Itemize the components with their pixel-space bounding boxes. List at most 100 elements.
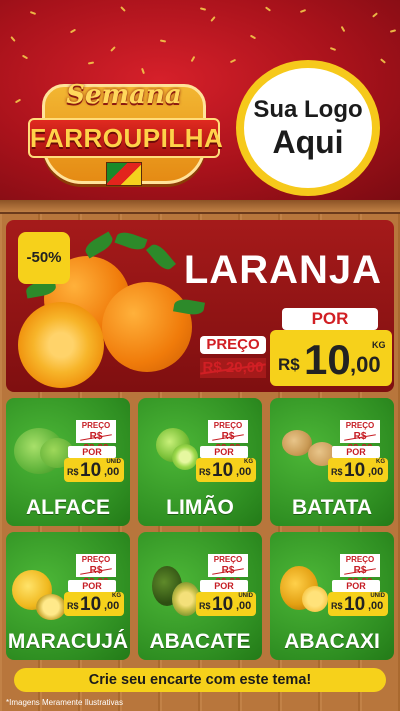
new-price-label: POR — [68, 446, 116, 458]
confetti-piece — [299, 9, 307, 13]
confetti-piece — [389, 29, 397, 33]
price-dec: ,00 — [368, 466, 384, 478]
price-dec: ,00 — [104, 466, 120, 478]
produce-image-icon — [302, 586, 328, 612]
product-card[interactable]: PREÇOR$ 20,00PORR$10,00KG LIMÃO — [138, 398, 262, 526]
hero-old-price-label-box: PREÇO — [200, 336, 266, 354]
hero-price-int: 10 — [304, 336, 351, 383]
old-price-label: PREÇO — [76, 420, 116, 431]
price-unit: KG — [112, 593, 121, 599]
new-price-label: POR — [332, 446, 380, 458]
price-currency: R$ — [67, 601, 79, 611]
logo-line1: Sua Logo — [253, 96, 363, 123]
new-price-label: POR — [68, 580, 116, 592]
wood-divider — [0, 200, 400, 214]
confetti-piece — [264, 6, 272, 12]
badge-semana-text: Semana — [66, 80, 182, 110]
confetti-piece — [29, 11, 37, 15]
price-currency: R$ — [199, 601, 211, 611]
new-price: R$ 10,00 UNID — [328, 592, 388, 616]
disclaimer-text: *Imagens Meramente Ilustrativas — [6, 698, 123, 707]
old-price-label: PREÇO — [340, 420, 380, 431]
price-int: 10 — [212, 460, 234, 481]
price-int: 10 — [344, 460, 366, 481]
logo-placeholder[interactable]: Sua Logo Aqui — [236, 60, 380, 196]
confetti-piece — [190, 55, 196, 63]
semana-farroupilha-badge: ★ ★ Semana FARROUPILHA — [28, 74, 223, 190]
product-card[interactable]: PREÇOR$ 20,00PORR$10,00KGMARACUJÁ — [6, 532, 130, 660]
old-price: R$ 20,00 — [208, 431, 248, 454]
confetti-piece — [229, 58, 237, 64]
old-price-label: PREÇO — [208, 554, 248, 565]
price-unit: KG — [244, 459, 253, 465]
confetti-piece — [372, 12, 378, 18]
new-price: R$ 10,00 KG — [328, 458, 388, 482]
confetti-piece — [69, 28, 77, 34]
badge-farroupilha-text: FARROUPILHA — [28, 118, 223, 158]
product-card[interactable]: PREÇOR$ 20,00PORR$10,00UNID ABACATE — [138, 532, 262, 660]
product-name: ABACAXI — [284, 630, 380, 653]
new-price-label: POR — [200, 446, 248, 458]
price-currency: R$ — [331, 467, 343, 477]
new-price-label: POR — [332, 580, 380, 592]
produce-image-icon — [36, 594, 66, 620]
hero-por-label-box: POR — [282, 308, 378, 330]
leaf-icon — [114, 229, 148, 253]
hero-product-name: LARANJA — [183, 248, 382, 292]
hero-product-card[interactable]: -50% LARANJA PREÇO R$ 20,00 POR R$ 10 ,0… — [6, 220, 394, 392]
price-int: 10 — [80, 460, 102, 481]
old-price: R$ 20,00 — [76, 431, 116, 454]
price-unit: UNID — [370, 593, 385, 599]
price-unit: UNID — [106, 459, 121, 465]
product-name: ABACATE — [149, 630, 251, 653]
old-price: R$ 20,00 — [340, 431, 380, 454]
confetti-piece — [87, 61, 95, 65]
product-card[interactable]: PREÇOR$ 20,00PORR$10,00UNID ABACAXI — [270, 532, 394, 660]
price-int: 10 — [212, 594, 234, 615]
product-card[interactable]: PREÇOR$ 20,00PORR$10,00KGBATATA — [270, 398, 394, 526]
product-name: LIMÃO — [166, 496, 234, 519]
hero-unit: KG — [372, 340, 386, 350]
confetti-piece — [329, 47, 337, 51]
old-price-label: PREÇO — [340, 554, 380, 565]
hero-old-price-label: PREÇO — [206, 336, 260, 353]
header-banner: ★ ★ Semana FARROUPILHA Sua Logo Aqui — [0, 0, 400, 200]
price-dec: ,00 — [104, 600, 120, 612]
confetti-piece — [10, 36, 16, 42]
old-price: R$ 20,00 — [208, 565, 248, 588]
product-name: MARACUJÁ — [7, 630, 129, 653]
new-price: R$ 10,00 KG — [196, 458, 256, 482]
old-price: R$ 20,00 — [76, 565, 116, 588]
orange-icon — [102, 282, 192, 372]
price-currency: R$ — [199, 467, 211, 477]
confetti-piece — [210, 16, 216, 22]
rio-grande-flag-icon — [106, 162, 142, 186]
hero-old-price: R$ 20,00 — [200, 358, 266, 378]
new-price-label: POR — [200, 580, 248, 592]
confetti-piece — [14, 98, 22, 104]
new-price: R$ 10,00 UNID — [64, 458, 124, 482]
discount-badge: -50% — [18, 232, 70, 284]
price-currency: R$ — [331, 601, 343, 611]
confetti-piece — [120, 6, 126, 12]
new-price: R$ 10,00 KG — [64, 592, 124, 616]
leaf-icon — [145, 241, 177, 273]
confetti-piece — [159, 39, 167, 43]
hero-por-label: POR — [311, 309, 349, 328]
product-card[interactable]: PREÇOR$ 20,00PORR$10,00UNID ALFACE — [6, 398, 130, 526]
old-price-label: PREÇO — [208, 420, 248, 431]
product-name: ALFACE — [26, 496, 110, 519]
confetti-piece — [340, 25, 346, 33]
confetti-piece — [249, 34, 257, 40]
cta-banner[interactable]: Crie seu encarte com este tema! — [14, 668, 386, 692]
leaf-icon — [82, 231, 116, 259]
price-dec: ,00 — [236, 600, 252, 612]
produce-image-icon — [172, 444, 198, 470]
new-price: R$ 10,00 UNID — [196, 592, 256, 616]
old-price: R$ 20,00 — [340, 565, 380, 588]
product-name: BATATA — [291, 496, 373, 519]
price-unit: KG — [376, 459, 385, 465]
hero-currency: R$ — [278, 355, 300, 374]
confetti-piece — [199, 7, 207, 11]
confetti-piece — [110, 46, 116, 52]
